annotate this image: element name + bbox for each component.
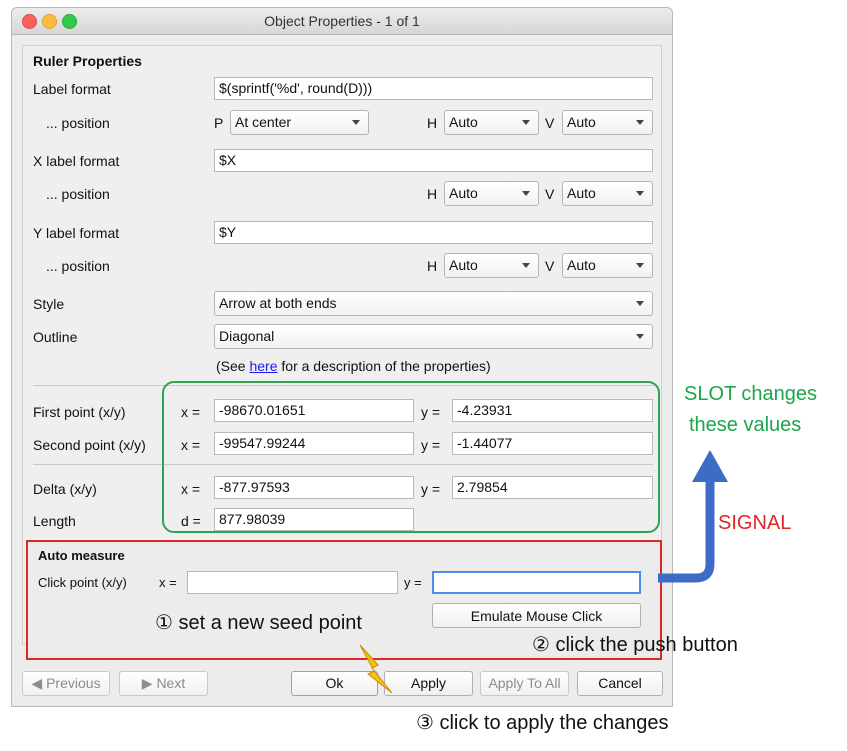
slot-highlight-box (162, 381, 660, 533)
previous-button[interactable]: ◀ Previous (22, 671, 110, 696)
previous-label: Previous (46, 675, 101, 691)
chevron-down-icon (352, 120, 360, 125)
label-p-select[interactable]: At center (230, 110, 369, 135)
right-triangle-icon: ▶ (141, 675, 153, 691)
p-letter: P (214, 115, 224, 131)
y-label-position-label: ... position (46, 258, 110, 274)
x-label-format-input[interactable]: $X (214, 149, 653, 172)
label-h-select[interactable]: Auto (444, 110, 539, 135)
signal-arrow-icon (658, 450, 728, 583)
second-point-label: Second point (x/y) (33, 437, 146, 453)
x-label-position-label: ... position (46, 186, 110, 202)
ruler-properties-heading: Ruler Properties (33, 53, 142, 69)
chevron-down-icon (636, 191, 644, 196)
x-h-select[interactable]: Auto (444, 181, 539, 206)
label-format-label: Label format (33, 81, 111, 97)
slot-annotation-line1: SLOT changes (684, 383, 818, 405)
step1-annotation: ① set a new seed point (155, 612, 362, 634)
first-point-label: First point (x/y) (33, 404, 126, 420)
style-value: Arrow at both ends (219, 295, 337, 311)
y-label-format-input[interactable]: $Y (214, 221, 653, 244)
step2-annotation: ② click the push button (532, 634, 738, 656)
y-h-select[interactable]: Auto (444, 253, 539, 278)
chevron-down-icon (522, 191, 530, 196)
help-text: (See here for a description of the prope… (216, 358, 491, 374)
label-format-input[interactable]: $(sprintf('%d', round(D))) (214, 77, 653, 100)
next-label: Next (156, 675, 186, 691)
left-triangle-icon: ◀ (31, 675, 43, 691)
y-v-value: Auto (567, 257, 596, 273)
label-p-value: At center (235, 114, 292, 130)
click-point-y-input[interactable] (432, 571, 641, 594)
help-text-prefix: (See (216, 358, 250, 374)
x-eq-label: x = (159, 575, 177, 590)
label-h-value: Auto (449, 114, 478, 130)
chevron-down-icon (636, 334, 644, 339)
chevron-down-icon (636, 301, 644, 306)
chevron-down-icon (522, 263, 530, 268)
outline-select[interactable]: Diagonal (214, 324, 653, 349)
style-label: Style (33, 296, 65, 312)
window-title: Object Properties - 1 of 1 (264, 13, 420, 29)
y-h-value: Auto (449, 257, 478, 273)
emulate-mouse-click-button[interactable]: Emulate Mouse Click (432, 603, 641, 628)
help-link[interactable]: here (249, 358, 277, 374)
title-bar: Object Properties - 1 of 1 (12, 8, 672, 35)
x-label-format-label: X label format (33, 153, 120, 169)
click-point-x-input[interactable] (187, 571, 398, 594)
help-text-suffix: for a description of the properties) (277, 358, 491, 374)
y-label-format-label: Y label format (33, 225, 120, 241)
v-letter: V (545, 258, 555, 274)
x-v-value: Auto (567, 185, 596, 201)
click-point-label: Click point (x/y) (38, 575, 127, 590)
step3-annotation: ③ click to apply the changes (416, 712, 669, 734)
x-v-select[interactable]: Auto (562, 181, 653, 206)
length-label: Length (33, 513, 76, 529)
auto-measure-heading: Auto measure (38, 548, 125, 563)
label-v-select[interactable]: Auto (562, 110, 653, 135)
v-letter: V (545, 115, 555, 131)
y-v-select[interactable]: Auto (562, 253, 653, 278)
chevron-down-icon (636, 120, 644, 125)
chevron-down-icon (522, 120, 530, 125)
chevron-down-icon (636, 263, 644, 268)
label-v-value: Auto (567, 114, 596, 130)
lightning-bolt-icon (359, 644, 393, 694)
apply-to-all-button[interactable]: Apply To All (480, 671, 569, 696)
v-letter: V (545, 186, 555, 202)
slot-annotation-line2: these values (689, 414, 802, 436)
delta-label: Delta (x/y) (33, 481, 97, 497)
outline-value: Diagonal (219, 328, 275, 344)
h-letter: H (427, 115, 438, 131)
style-select[interactable]: Arrow at both ends (214, 291, 653, 316)
outline-label: Outline (33, 329, 78, 345)
label-position-label: ... position (46, 115, 110, 131)
h-letter: H (427, 258, 438, 274)
x-h-value: Auto (449, 185, 478, 201)
cancel-button[interactable]: Cancel (577, 671, 663, 696)
next-button[interactable]: ▶ Next (119, 671, 208, 696)
h-letter: H (427, 186, 438, 202)
y-eq-label: y = (404, 575, 422, 590)
